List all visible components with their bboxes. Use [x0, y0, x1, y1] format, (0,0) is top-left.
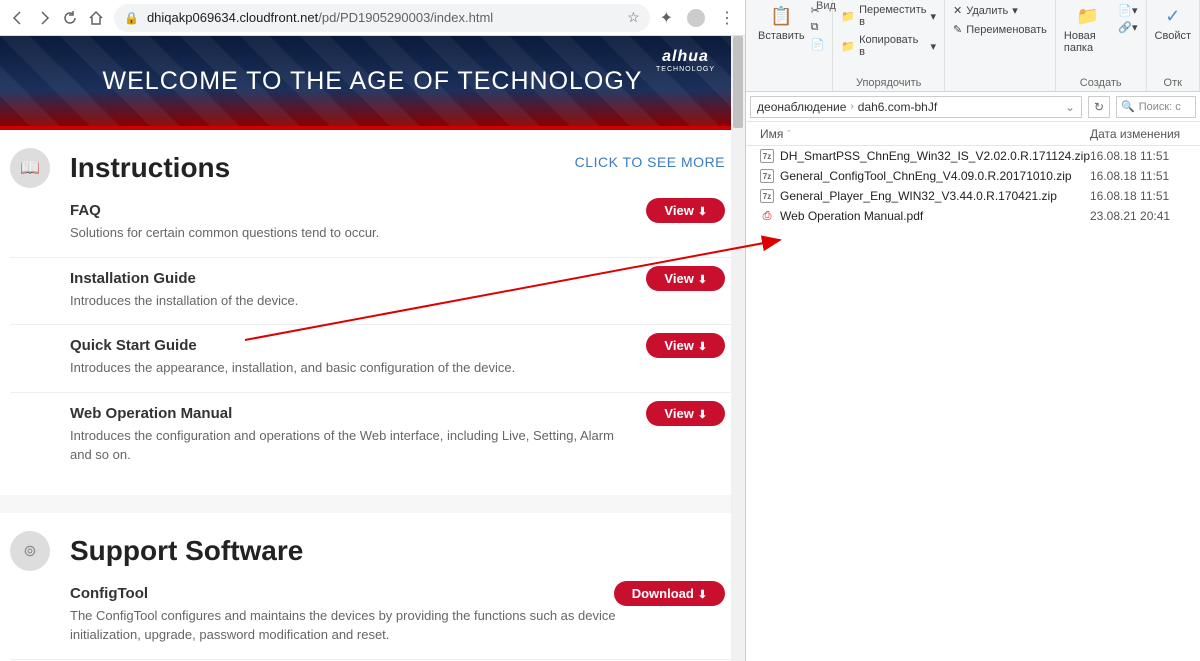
browser-pane: 🔒 dhiqakp069634.cloudfront.net/pd/PD1905… [0, 0, 746, 661]
move-to-button[interactable]: 📁 Переместить в ▾ [841, 4, 936, 28]
item-title: Installation Guide [70, 270, 635, 287]
menu-icon[interactable]: ⋮ [719, 8, 735, 28]
refresh-button[interactable]: ↻ [1088, 96, 1110, 118]
list-item: Installation Guide Introduces the instal… [10, 258, 735, 326]
file-row[interactable]: 7z DH_SmartPSS_ChnEng_Win32_IS_V2.02.0.R… [746, 146, 1200, 166]
reload-icon[interactable] [62, 10, 78, 26]
list-header[interactable]: Имя ˆ Дата изменения [746, 122, 1200, 146]
list-item: Web Operation Manual Introduces the conf… [10, 393, 735, 465]
section-title: Instructions [70, 152, 230, 184]
item-title: ConfigTool [70, 585, 635, 602]
download-button[interactable]: Download [614, 581, 725, 606]
rename-button[interactable]: ✎ Переименовать [953, 23, 1047, 36]
view-button[interactable]: View [646, 333, 725, 358]
paste-shortcut-button[interactable]: 📄 [811, 38, 825, 51]
extensions-icon[interactable]: ✦ [660, 8, 673, 28]
item-desc: The ConfigTool configures and maintains … [70, 606, 635, 645]
file-name: General_Player_Eng_WIN32_V3.44.0.R.17042… [780, 189, 1090, 203]
file-date: 16.08.18 11:51 [1090, 189, 1200, 203]
view-button[interactable]: View [646, 198, 725, 223]
ribbon: Вид 📋 Вставить ✂ ⧉ 📄 📁 Переместить в ▾ 📁… [746, 0, 1200, 92]
view-button[interactable]: View [646, 401, 725, 426]
back-icon[interactable] [10, 10, 26, 26]
section-title: Support Software [70, 535, 303, 567]
section-icon: ⊚ [10, 531, 50, 571]
copy-button[interactable]: ⧉ [811, 21, 825, 34]
bookmark-icon[interactable]: ☆ [627, 9, 640, 26]
view-button[interactable]: View [646, 266, 725, 291]
lock-icon: 🔒 [124, 11, 139, 25]
file-row[interactable]: 7z General_Player_Eng_WIN32_V3.44.0.R.17… [746, 186, 1200, 206]
properties-button[interactable]: ✓ Свойст [1155, 4, 1191, 42]
file-date: 23.08.21 20:41 [1090, 209, 1200, 223]
home-icon[interactable] [88, 10, 104, 26]
zip-icon: 7z [760, 189, 774, 203]
file-date: 16.08.18 11:51 [1090, 149, 1200, 163]
scrollbar[interactable] [731, 36, 745, 661]
file-row[interactable]: ⎙ Web Operation Manual.pdf 23.08.21 20:4… [746, 206, 1200, 226]
file-row[interactable]: 7z General_ConfigTool_ChnEng_V4.09.0.R.2… [746, 166, 1200, 186]
brand-logo: alhua TECHNOLOGY [656, 48, 715, 73]
item-desc: Introduces the configuration and operati… [70, 426, 635, 465]
item-desc: Solutions for certain common questions t… [70, 223, 635, 243]
page-content: WELCOME TO THE AGE OF TECHNOLOGY alhua T… [0, 36, 745, 661]
explorer-pane: Вид 📋 Вставить ✂ ⧉ 📄 📁 Переместить в ▾ 📁… [746, 0, 1200, 661]
hero-banner: WELCOME TO THE AGE OF TECHNOLOGY alhua T… [0, 36, 745, 126]
address-bar[interactable]: 🔒 dhiqakp069634.cloudfront.net/pd/PD1905… [114, 4, 650, 32]
copy-to-button[interactable]: 📁 Копировать в ▾ [841, 34, 936, 58]
file-name: Web Operation Manual.pdf [780, 209, 1090, 223]
zip-icon: 7z [760, 169, 774, 183]
section-icon: 📖 [10, 148, 50, 188]
list-item: Quick Start Guide Introduces the appeara… [10, 325, 735, 393]
scrollbar-thumb[interactable] [733, 36, 743, 128]
delete-button[interactable]: ✕ Удалить ▾ [953, 4, 1047, 17]
item-desc: Introduces the appearance, installation,… [70, 358, 635, 378]
col-date-header: Дата изменения [1090, 127, 1200, 141]
file-date: 16.08.18 11:51 [1090, 169, 1200, 183]
item-title: FAQ [70, 202, 635, 219]
item-title: Web Operation Manual [70, 405, 635, 422]
new-item-button[interactable]: 📄▾ [1118, 4, 1137, 17]
profile-icon[interactable] [687, 9, 705, 27]
see-more-link[interactable]: CLICK TO SEE MORE [575, 154, 725, 170]
col-name-header: Имя ˆ [746, 127, 1090, 141]
section: 📖 Instructions CLICK TO SEE MORE FAQ Sol… [0, 130, 745, 495]
url-domain: dhiqakp069634.cloudfront.net [147, 10, 318, 25]
file-list: Имя ˆ Дата изменения 7z DH_SmartPSS_ChnE… [746, 122, 1200, 661]
url-path: /pd/PD1905290003/index.html [318, 10, 493, 25]
ribbon-tab[interactable]: Вид [810, 0, 842, 14]
new-folder-button[interactable]: 📁 Новая папка [1064, 4, 1112, 54]
paste-button[interactable]: 📋 Вставить [758, 4, 805, 42]
file-name: DH_SmartPSS_ChnEng_Win32_IS_V2.02.0.R.17… [780, 149, 1090, 163]
easy-access-button[interactable]: 🔗▾ [1118, 21, 1137, 34]
search-input[interactable]: 🔍 Поиск: с [1116, 96, 1196, 118]
item-title: Quick Start Guide [70, 337, 635, 354]
item-desc: Introduces the installation of the devic… [70, 291, 635, 311]
forward-icon[interactable] [36, 10, 52, 26]
section: ⊚ Support Software ConfigTool The Config… [0, 513, 745, 661]
list-item: ConfigTool The ConfigTool configures and… [10, 573, 735, 660]
explorer-address-row: деонаблюдение › dah6.com-bhJf ⌄ ↻ 🔍 Поис… [746, 92, 1200, 122]
zip-icon: 7z [760, 149, 774, 163]
file-name: General_ConfigTool_ChnEng_V4.09.0.R.2017… [780, 169, 1090, 183]
browser-toolbar: 🔒 dhiqakp069634.cloudfront.net/pd/PD1905… [0, 0, 745, 36]
list-item: FAQ Solutions for certain common questio… [10, 190, 735, 258]
breadcrumb[interactable]: деонаблюдение › dah6.com-bhJf ⌄ [750, 96, 1082, 118]
pdf-icon: ⎙ [760, 209, 774, 223]
